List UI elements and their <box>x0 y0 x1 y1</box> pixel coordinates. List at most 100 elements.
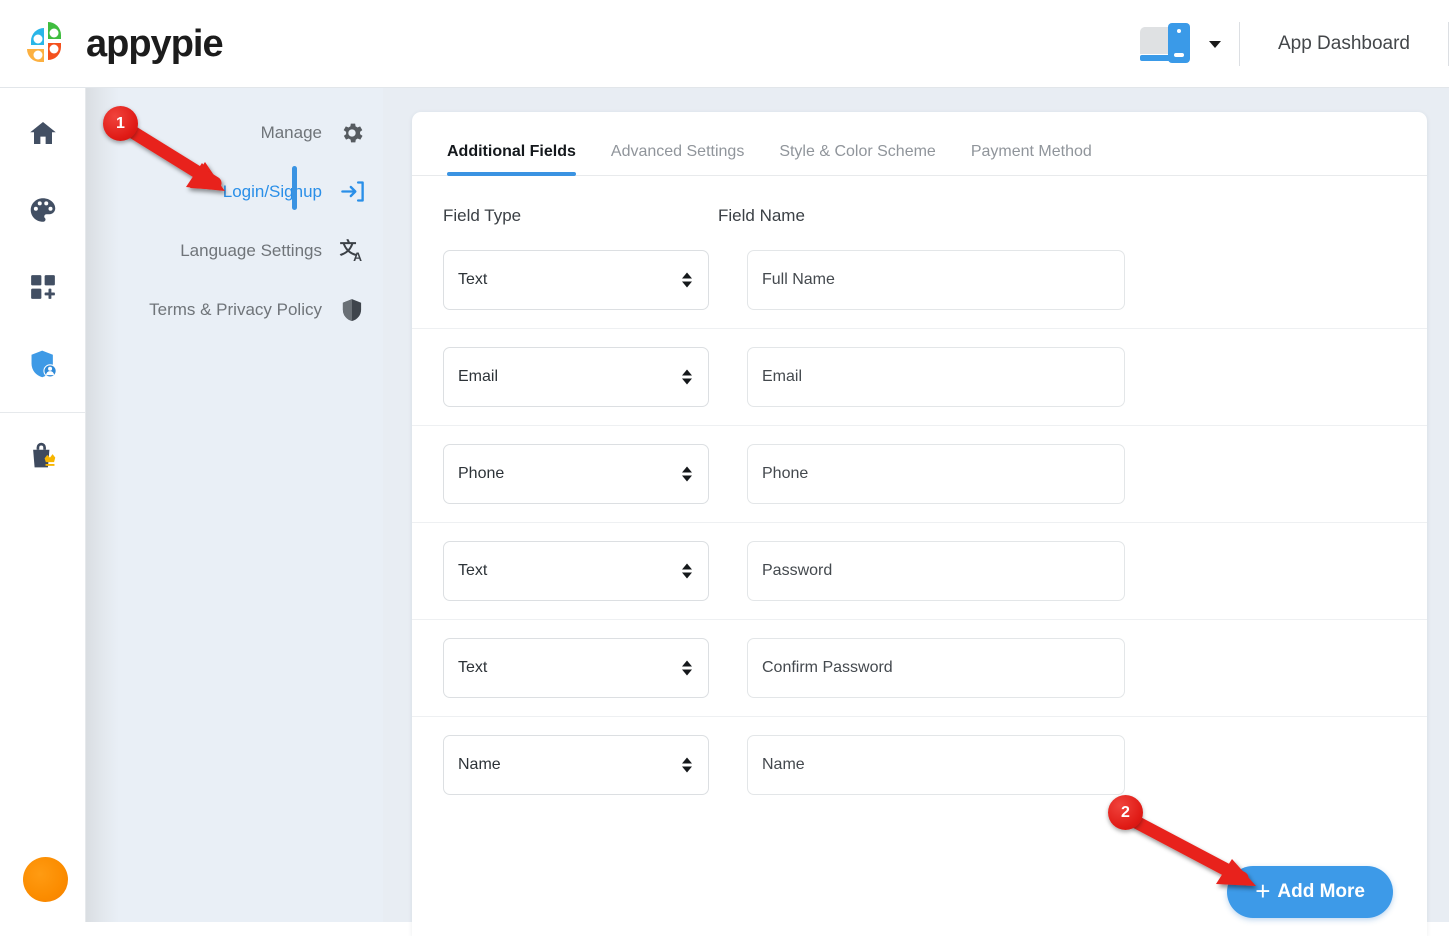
field-type-value: Text <box>458 271 487 289</box>
svg-text:A: A <box>353 250 362 264</box>
rail-divider <box>0 412 85 413</box>
stepper-icon[interactable] <box>682 758 692 773</box>
tab-payment-method[interactable]: Payment Method <box>971 143 1092 175</box>
table-row: Phone Phone <box>412 426 1427 523</box>
column-header-field-type: Field Type <box>443 206 718 226</box>
sidebar-item-label: Terms & Privacy Policy <box>149 300 322 320</box>
stepper-icon[interactable] <box>682 273 692 288</box>
shield-icon <box>338 296 366 324</box>
add-more-label: Add More <box>1277 881 1365 903</box>
field-name-value: Full Name <box>762 271 835 289</box>
field-name-value: Email <box>762 368 802 386</box>
column-headers: Field Type Field Name <box>412 176 1427 226</box>
device-selector[interactable] <box>1122 23 1239 65</box>
plus-icon: + <box>1255 878 1270 904</box>
field-name-input[interactable]: Name <box>747 735 1125 795</box>
column-header-field-name: Field Name <box>718 206 1018 226</box>
sidebar-item-language-settings[interactable]: Language Settings 文 A <box>85 221 383 280</box>
settings-sidebar: Manage Login/Signup Language Settings 文 <box>85 87 383 922</box>
chevron-down-icon <box>682 670 692 676</box>
sidebar-item-label: Login/Signup <box>223 182 322 202</box>
avatar[interactable] <box>23 857 68 902</box>
palette-icon <box>28 195 58 230</box>
field-name-input[interactable]: Password <box>747 541 1125 601</box>
rail-item-features[interactable] <box>0 251 85 328</box>
field-name-input[interactable]: Full Name <box>747 250 1125 310</box>
header-right: App Dashboard <box>1122 0 1449 87</box>
shopping-bag-crown-icon <box>27 440 59 477</box>
tab-advanced-settings[interactable]: Advanced Settings <box>611 143 744 175</box>
field-type-value: Text <box>458 562 487 580</box>
chevron-down-icon <box>682 476 692 482</box>
grid-plus-icon <box>28 272 58 307</box>
field-type-select[interactable]: Text <box>443 638 709 698</box>
chevron-down-icon <box>682 379 692 385</box>
chevron-up-icon <box>682 564 692 570</box>
stepper-icon[interactable] <box>682 564 692 579</box>
tab-additional-fields[interactable]: Additional Fields <box>447 143 576 175</box>
rail-item-design[interactable] <box>0 174 85 251</box>
sidebar-item-terms-privacy[interactable]: Terms & Privacy Policy <box>85 280 383 339</box>
field-name-value: Name <box>762 756 805 774</box>
laptop-phone-icon <box>1140 23 1202 65</box>
field-name-value: Confirm Password <box>762 659 893 677</box>
field-type-value: Phone <box>458 465 504 483</box>
field-rows: Text Full Name Email <box>412 232 1427 813</box>
field-type-select[interactable]: Name <box>443 735 709 795</box>
field-type-value: Name <box>458 756 501 774</box>
rail-item-home[interactable] <box>0 97 85 174</box>
rail-item-store[interactable] <box>0 420 85 497</box>
field-type-select[interactable]: Text <box>443 250 709 310</box>
tab-bar: Additional Fields Advanced Settings Styl… <box>412 112 1427 176</box>
app-header: appypie App Dashboard <box>0 0 1449 88</box>
appypie-logo-icon <box>18 16 74 72</box>
field-type-select[interactable]: Text <box>443 541 709 601</box>
active-item-indicator <box>292 166 297 210</box>
chevron-up-icon <box>682 758 692 764</box>
chevron-up-icon <box>682 370 692 376</box>
field-type-value: Text <box>458 659 487 677</box>
annotation-badge-2: 2 <box>1108 795 1143 830</box>
chevron-up-icon <box>682 273 692 279</box>
brand-name: appypie <box>86 25 223 63</box>
stepper-icon[interactable] <box>682 370 692 385</box>
shield-user-icon <box>27 348 59 385</box>
chevron-down-icon <box>682 767 692 773</box>
app-dashboard-link[interactable]: App Dashboard <box>1240 33 1448 55</box>
tab-style-color-scheme[interactable]: Style & Color Scheme <box>779 143 936 175</box>
sidebar-item-login-signup[interactable]: Login/Signup <box>85 162 383 221</box>
field-name-input[interactable]: Phone <box>747 444 1125 504</box>
chevron-down-icon <box>682 282 692 288</box>
chevron-down-icon[interactable] <box>1209 41 1221 48</box>
chevron-up-icon <box>682 467 692 473</box>
sidebar-item-label: Language Settings <box>180 241 322 261</box>
table-row: Text Confirm Password <box>412 620 1427 717</box>
icon-rail <box>0 87 86 922</box>
table-row: Text Full Name <box>412 232 1427 329</box>
chevron-down-icon <box>682 573 692 579</box>
gear-icon <box>338 119 366 147</box>
content-card: Additional Fields Advanced Settings Styl… <box>412 112 1427 936</box>
field-type-value: Email <box>458 368 498 386</box>
field-name-input[interactable]: Confirm Password <box>747 638 1125 698</box>
table-row: Name Name <box>412 717 1427 813</box>
brand-logo[interactable]: appypie <box>18 16 223 72</box>
login-arrow-icon <box>338 178 366 206</box>
rail-item-user-access[interactable] <box>0 328 85 405</box>
stepper-icon[interactable] <box>682 661 692 676</box>
home-icon <box>28 118 58 153</box>
stepper-icon[interactable] <box>682 467 692 482</box>
field-name-value: Password <box>762 562 832 580</box>
field-type-select[interactable]: Email <box>443 347 709 407</box>
field-name-input[interactable]: Email <box>747 347 1125 407</box>
table-row: Text Password <box>412 523 1427 620</box>
field-type-select[interactable]: Phone <box>443 444 709 504</box>
annotation-badge-1: 1 <box>103 106 138 141</box>
table-row: Email Email <box>412 329 1427 426</box>
chevron-up-icon <box>682 661 692 667</box>
field-name-value: Phone <box>762 465 808 483</box>
main-stage: Additional Fields Advanced Settings Styl… <box>383 87 1449 922</box>
sidebar-item-label: Manage <box>261 123 322 143</box>
add-more-button[interactable]: + Add More <box>1227 866 1393 918</box>
translate-icon: 文 A <box>338 237 366 265</box>
